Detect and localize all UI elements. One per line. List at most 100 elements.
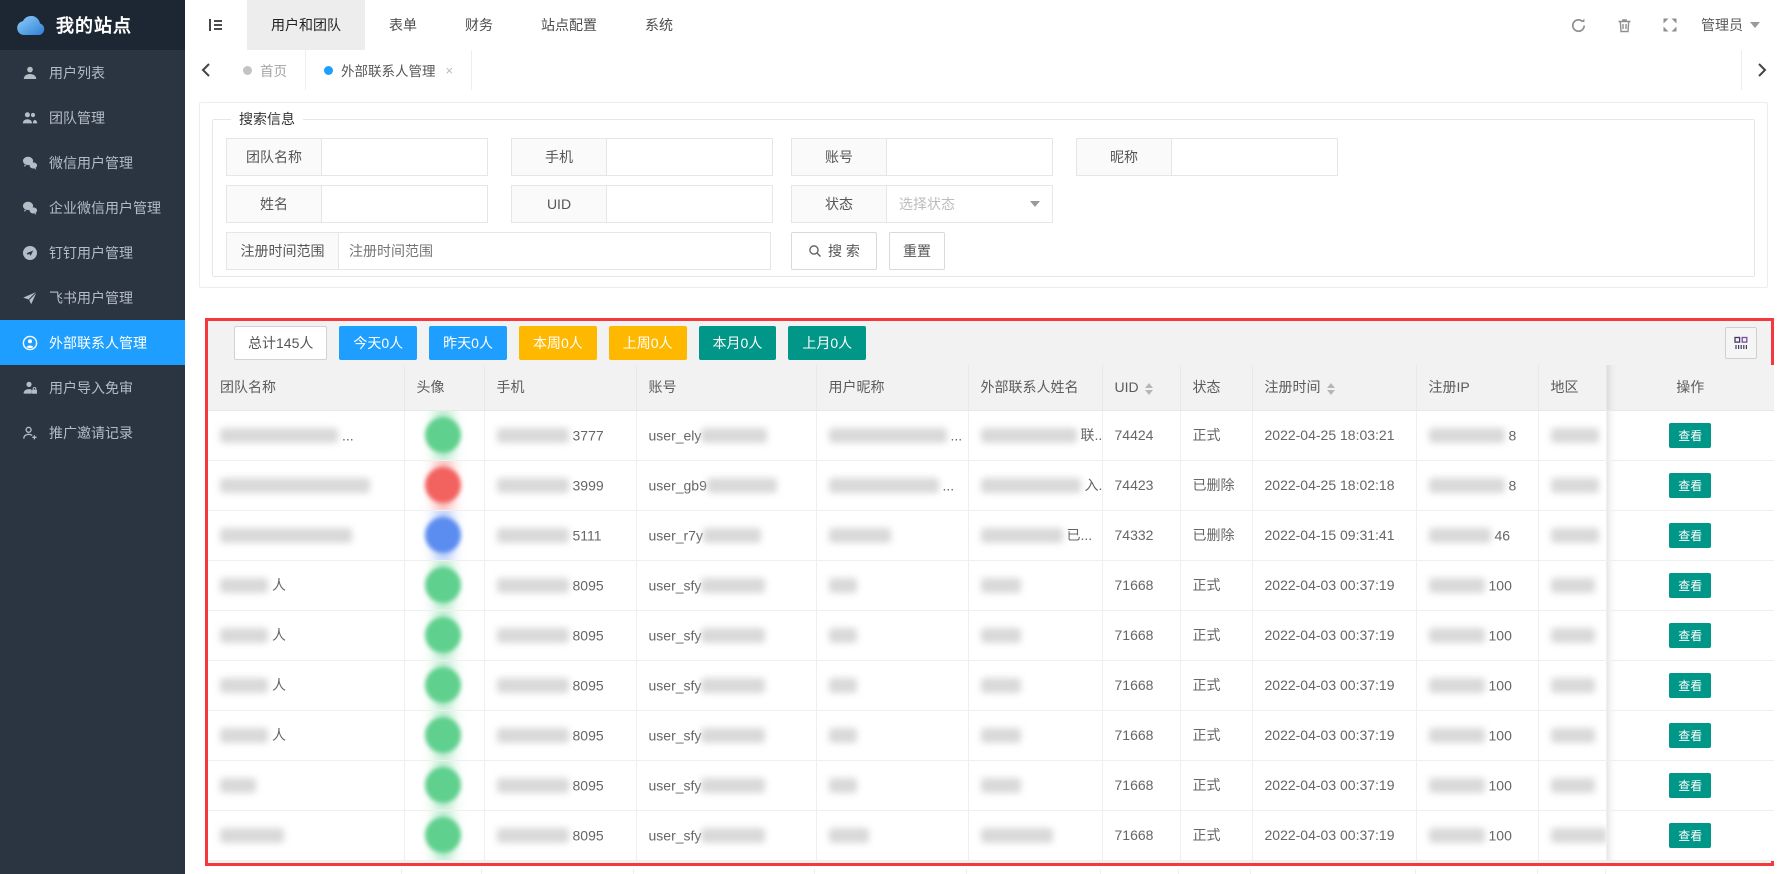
view-button[interactable]: 查看 [1669,473,1711,498]
stat-badge[interactable]: 本月0人 [699,326,777,360]
account-input[interactable] [886,138,1053,176]
reg-range-input[interactable] [338,232,771,270]
status-value: 正式 [1193,427,1221,443]
topnav-item[interactable]: 系统 [621,0,697,50]
sidebar-item[interactable]: 团队管理 [0,95,185,140]
team-name-input[interactable] [321,138,488,176]
stat-badge[interactable]: 本周0人 [519,326,597,360]
view-button[interactable]: 查看 [1669,723,1711,748]
topnav-item[interactable]: 表单 [365,0,441,50]
field-label: 注册时间范围 [226,232,338,270]
sidebar-item[interactable]: 推广邀请记录 [0,410,185,455]
admin-dropdown[interactable]: 管理员 [1693,15,1768,35]
tab-close-icon[interactable]: × [446,63,454,78]
view-button[interactable]: 查看 [1669,823,1711,848]
field-label: 团队名称 [226,138,321,176]
view-button[interactable]: 查看 [1669,773,1711,798]
avatar [425,466,463,504]
redacted-text [829,828,869,843]
table-row: 8095 user_sfy 71668 正式 2022-04-03 00:37:… [208,760,1774,810]
redacted-text [701,728,765,743]
wechat-work-icon [22,200,38,216]
table-row: 人 8095 user_sfy 71668 正式 2022-04-03 00:3… [208,710,1774,760]
name-input[interactable] [321,185,488,223]
sidebar-item[interactable]: 飞书用户管理 [0,275,185,320]
topnav-item[interactable]: 财务 [441,0,517,50]
status-select[interactable]: 选择状态 [886,185,1053,223]
field-label: 账号 [791,138,886,176]
redacted-text [829,578,857,593]
redacted-text [220,528,352,543]
sidebar-item[interactable]: 企业微信用户管理 [0,185,185,230]
field-status: 状态 选择状态 [791,185,1053,223]
stat-badge[interactable]: 上月0人 [788,326,866,360]
top-nav: 用户和团队表单财务站点配置系统 [247,0,697,50]
status-select-placeholder: 选择状态 [899,194,955,214]
stat-badge[interactable]: 上周0人 [609,326,687,360]
reset-button[interactable]: 重置 [889,232,945,270]
table-row: 人 8095 user_sfy 71668 正式 2022-04-03 00:3… [208,660,1774,710]
field-label: 状态 [791,185,886,223]
avatar [425,716,463,754]
topbar: 用户和团队表单财务站点配置系统 管理员 [185,0,1782,50]
users-icon [22,110,38,126]
tab-external-contacts[interactable]: 外部联系人管理 × [305,50,472,90]
uid-value: 71668 [1115,727,1154,743]
avatar [425,766,463,804]
stat-badge[interactable]: 今天0人 [339,326,417,360]
stat-badge[interactable]: 总计145人 [234,326,327,360]
redacted-text [1551,528,1599,543]
sort-icon[interactable] [1327,383,1335,395]
column-header[interactable]: UID [1102,365,1180,410]
field-label: 手机 [511,138,606,176]
nickname-input[interactable] [1171,138,1338,176]
stat-badge[interactable]: 昨天0人 [429,326,507,360]
trash-icon[interactable] [1601,0,1647,50]
column-settings-button[interactable] [1725,327,1757,359]
stats-toolbar: 总计145人今天0人昨天0人本周0人上周0人本月0人上月0人 [208,321,1771,365]
uid-value: 71668 [1115,677,1154,693]
redacted-text [829,728,857,743]
sidebar-item[interactable]: 用户导入免审 [0,365,185,410]
external-contact-icon [22,335,38,351]
tabs-scroll-right-icon[interactable] [1741,50,1782,90]
uid-value: 71668 [1115,627,1154,643]
view-button[interactable]: 查看 [1669,573,1711,598]
phone-input[interactable] [606,138,773,176]
brand: 我的站点 [0,0,185,50]
sidebar-item[interactable]: 用户列表 [0,50,185,95]
sidebar-item[interactable]: 钉钉用户管理 [0,230,185,275]
fullscreen-icon[interactable] [1647,0,1693,50]
refresh-icon[interactable] [1555,0,1601,50]
sidebar-item[interactable]: 微信用户管理 [0,140,185,185]
field-account: 账号 [791,138,1053,176]
redacted-text [981,428,1077,443]
tabs-scroll-left-icon[interactable] [185,50,225,90]
table-row: 3999 user_gb9 ... 入... 74423 已删除 2022-04… [208,460,1774,510]
search-button[interactable]: 搜 索 [791,232,877,270]
view-button[interactable]: 查看 [1669,673,1711,698]
topnav-item[interactable]: 用户和团队 [247,0,365,50]
view-button[interactable]: 查看 [1669,623,1711,648]
column-header: 地区 [1538,365,1606,410]
user-lock-icon [22,380,38,396]
uid-input[interactable] [606,185,773,223]
sidebar-item[interactable]: 外部联系人管理 [0,320,185,365]
search-row-1: 团队名称 手机 账号 昵称 [213,138,1754,176]
dingtalk-icon [22,245,38,261]
field-label: 昵称 [1076,138,1171,176]
table-row: 人 8095 user_sfy 71668 正式 2022-04-03 00:3… [208,560,1774,610]
field-name: 姓名 [226,185,488,223]
view-button[interactable]: 查看 [1669,523,1711,548]
menu-toggle-icon[interactable] [185,0,247,50]
sort-icon[interactable] [1145,383,1153,395]
redacted-text [1429,778,1485,793]
site-title: 我的站点 [56,12,132,38]
tab-home[interactable]: 首页 [225,50,305,90]
redacted-text [981,778,1021,793]
topnav-item[interactable]: 站点配置 [517,0,621,50]
column-header[interactable]: 注册时间 [1252,365,1416,410]
search-row-2: 姓名 UID 状态 选择状态 [213,185,1754,223]
view-button[interactable]: 查看 [1669,423,1711,448]
sidebar-item-label: 钉钉用户管理 [49,243,133,263]
